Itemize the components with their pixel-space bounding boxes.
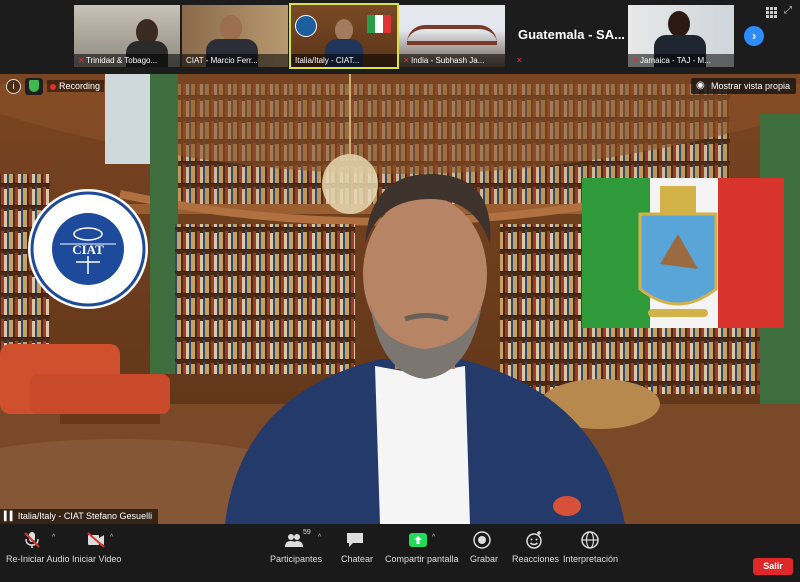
participant-name: CIAT - Marcio Ferr... <box>186 56 258 65</box>
participant-thumbnail[interactable]: ✕Jamaica - TAJ - M... <box>628 5 734 67</box>
participant-name: Jamaica - TAJ - M... <box>640 56 711 65</box>
video-options-caret-icon[interactable]: ^ <box>110 534 113 541</box>
reactions-icon[interactable] <box>524 530 544 550</box>
interpretation-button[interactable]: Interpretación <box>563 554 618 564</box>
participant-thumbnail[interactable]: ✕Trinidad & Tobago... <box>74 5 180 67</box>
chat-button[interactable]: Chatear <box>341 554 373 564</box>
meeting-info-icon[interactable]: i <box>6 79 21 94</box>
recording-indicator[interactable]: Recording <box>47 80 105 92</box>
participant-name: India - Subhash Ja... <box>411 56 485 65</box>
video-off-icon[interactable] <box>86 530 106 550</box>
next-page-arrow-icon[interactable]: › <box>744 26 764 46</box>
video-button[interactable]: Iniciar Video <box>72 554 121 564</box>
participant-name: Italia/Italy - CIAT... <box>295 56 360 65</box>
participants-icon[interactable] <box>284 530 304 550</box>
security-shield-icon[interactable] <box>25 78 43 95</box>
gallery-grid-icon[interactable] <box>766 7 777 18</box>
share-screen-button[interactable]: Compartir pantalla <box>385 554 459 564</box>
meeting-toolbar: ^ Re-Iniciar Audio ^ Iniciar Video 59 ^ … <box>0 524 800 582</box>
show-self-view-button[interactable]: ◉ Mostrar vista propia <box>690 78 796 94</box>
participant-thumbnail[interactable]: ✕India - Subhash Ja... <box>399 5 505 67</box>
mic-muted-icon: ✕ <box>516 56 523 65</box>
record-button[interactable]: Grabar <box>470 554 498 564</box>
reactions-button[interactable]: Reacciones <box>512 554 559 564</box>
chat-icon[interactable] <box>345 530 365 550</box>
participants-count: 59 <box>303 529 311 536</box>
audio-level-icon: ▍▍ <box>4 511 17 521</box>
leave-button[interactable]: Salir <box>753 558 793 575</box>
record-icon[interactable] <box>472 530 492 550</box>
speaker-figure <box>225 174 625 524</box>
audio-button[interactable]: Re-Iniciar Audio <box>6 554 70 564</box>
participant-thumbnail[interactable]: Guatemala - SA... ✕ <box>514 5 625 67</box>
mic-muted-icon: ✕ <box>632 56 639 65</box>
active-speaker-video: CIAT i Recording ◉ Mostrar vista propia … <box>0 74 800 524</box>
mic-muted-icon[interactable] <box>22 530 42 550</box>
participants-caret-icon[interactable]: ^ <box>318 534 321 541</box>
participant-thumbnail[interactable]: Italia/Italy - CIAT... <box>289 3 399 69</box>
participant-name: Guatemala - SA... <box>518 27 625 42</box>
mic-muted-icon: ✕ <box>78 56 85 65</box>
mic-muted-icon: ✕ <box>403 56 410 65</box>
eye-icon: ◉ <box>695 80 705 91</box>
participants-button[interactable]: Participantes <box>270 554 322 564</box>
fullscreen-icon[interactable]: ⤢ <box>784 5 792 16</box>
participant-strip: ✕Trinidad & Tobago... CIAT - Marcio Ferr… <box>0 0 800 74</box>
show-self-view-label: Mostrar vista propia <box>710 81 790 91</box>
participant-thumbnail[interactable]: CIAT - Marcio Ferr... <box>182 5 288 67</box>
audio-options-caret-icon[interactable]: ^ <box>52 534 55 541</box>
speaker-name: Italia/Italy - CIAT Stefano Gesuelli <box>17 511 153 521</box>
share-options-caret-icon[interactable]: ^ <box>432 534 435 541</box>
speaker-name-label: ▍▍ Italia/Italy - CIAT Stefano Gesuelli <box>0 509 159 524</box>
participant-name: Trinidad & Tobago... <box>86 56 158 65</box>
globe-icon[interactable] <box>580 530 600 550</box>
share-screen-icon[interactable] <box>408 530 428 550</box>
